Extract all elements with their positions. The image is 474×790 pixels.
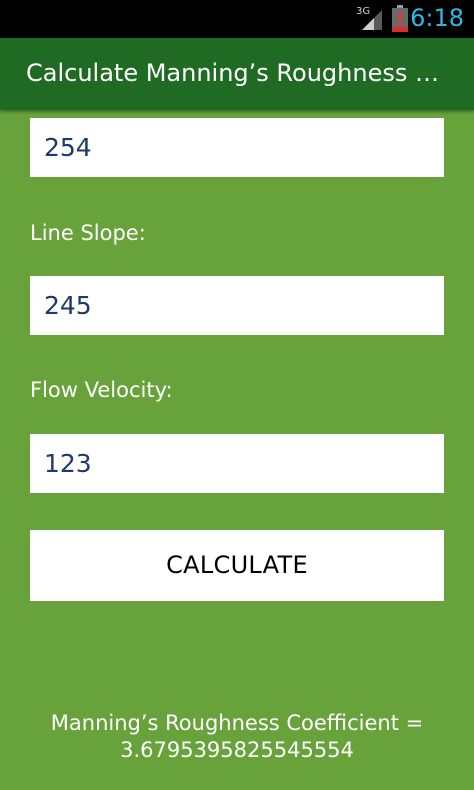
clock-time: 6:18	[410, 4, 464, 32]
line-slope-input[interactable]: 245	[30, 276, 444, 335]
signal-bars-icon	[362, 10, 382, 30]
flow-velocity-input[interactable]: 123	[30, 434, 444, 493]
page-title: Calculate Manning’s Roughness C…	[26, 59, 450, 87]
calculate-button[interactable]: CALCULATE	[30, 530, 444, 601]
battery-alert-icon	[392, 5, 408, 32]
result-text: Manning’s Roughness Coefficient = 3.6795…	[0, 710, 474, 764]
line-slope-label: Line Slope:	[30, 221, 146, 245]
action-bar: Calculate Manning’s Roughness C…	[0, 38, 474, 110]
flow-velocity-label: Flow Velocity:	[30, 378, 173, 402]
result-label: Manning’s Roughness Coefficient =	[50, 711, 424, 735]
main-content: 254 Line Slope: 245 Flow Velocity: 123 C…	[0, 110, 474, 790]
result-value: 3.6795395825545554	[120, 738, 354, 762]
top-value-input[interactable]: 254	[30, 118, 444, 177]
status-bar: 3G 6:18	[0, 0, 474, 38]
